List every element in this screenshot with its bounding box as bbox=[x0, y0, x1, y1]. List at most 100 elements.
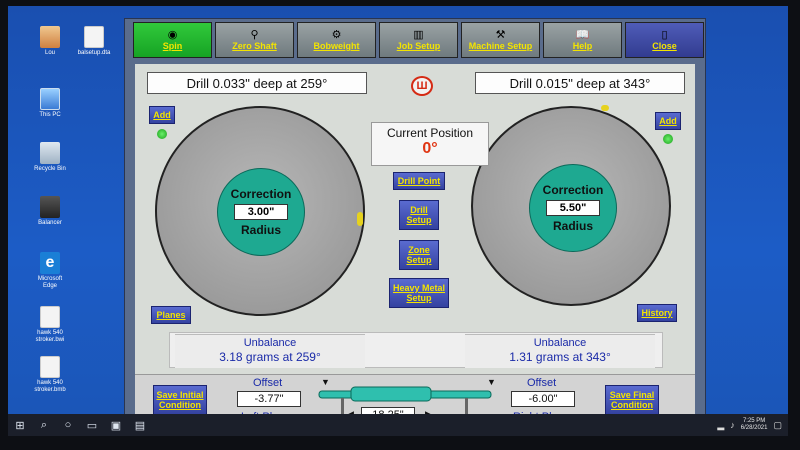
help-button[interactable]: 📖 Help bbox=[543, 22, 622, 58]
left-offset-input[interactable]: -3.77" bbox=[237, 391, 301, 407]
right-unbalance-value: 1.31 grams at 343° bbox=[509, 350, 611, 364]
left-weight-marker bbox=[357, 212, 363, 226]
spin-label: Spin bbox=[162, 41, 183, 51]
zero-shaft-button[interactable]: ⚲ Zero Shaft bbox=[215, 22, 294, 58]
bobweight-button[interactable]: ⚙ Bobweight bbox=[297, 22, 376, 58]
machine-setup-label: Machine Setup bbox=[468, 41, 533, 51]
help-label: Help bbox=[572, 41, 593, 51]
job-setup-label: Job Setup bbox=[396, 41, 441, 51]
desktop-icon-hawk-bwi[interactable]: hawk 540 stroker.bwi bbox=[30, 306, 70, 344]
left-offset-title: Offset bbox=[253, 377, 283, 389]
right-status-led bbox=[663, 134, 673, 144]
document-icon bbox=[40, 306, 60, 328]
store-icon[interactable]: ▣ bbox=[104, 414, 128, 436]
document-icon bbox=[84, 26, 104, 48]
save-initial-condition-button[interactable]: Save Initial Condition bbox=[153, 385, 207, 415]
zero-shaft-icon: ⚲ bbox=[250, 29, 259, 41]
right-unbalance: Unbalance 1.31 grams at 343° bbox=[465, 334, 655, 368]
desktop-icon-this-pc[interactable]: This PC bbox=[30, 88, 70, 119]
correction-subtitle: Radius bbox=[552, 219, 593, 233]
close-button[interactable]: ▯ Close bbox=[625, 22, 704, 58]
left-radius-input[interactable]: 3.00" bbox=[234, 204, 288, 220]
left-plane-disc: Correction 3.00" Radius bbox=[155, 106, 365, 316]
right-radius-input[interactable]: 5.50" bbox=[546, 200, 600, 216]
left-unbalance-value: 3.18 grams at 259° bbox=[219, 350, 321, 364]
desktop-icon-balsetup[interactable]: balsetup.dta bbox=[74, 26, 114, 57]
search-icon[interactable]: ⌕ bbox=[32, 414, 56, 436]
desktop-icon-label: Balancer bbox=[38, 220, 62, 226]
bobweight-label: Bobweight bbox=[313, 41, 360, 51]
desktop-icon-label: Recycle Bin bbox=[34, 166, 66, 172]
start-windows-icon[interactable]: ⊞ bbox=[8, 414, 32, 436]
computer-icon bbox=[40, 88, 60, 110]
zero-shaft-label: Zero Shaft bbox=[232, 41, 277, 51]
desktop-icon-label: Lou bbox=[44, 50, 55, 56]
desktop-icon-label: balsetup.dta bbox=[77, 50, 111, 56]
task-view-icon[interactable]: ○ bbox=[56, 414, 80, 436]
desktop-icon-recycle-bin[interactable]: Recycle Bin bbox=[30, 142, 70, 173]
job-setup-button[interactable]: ▥ Job Setup bbox=[379, 22, 458, 58]
document-icon bbox=[40, 356, 60, 378]
right-offset-input[interactable]: -6.00" bbox=[511, 391, 575, 407]
desktop-icon-balancer[interactable]: Balancer bbox=[30, 196, 70, 227]
current-position-title: Current Position bbox=[386, 126, 474, 140]
recycle-bin-icon bbox=[40, 142, 60, 164]
left-drill-readout: Drill 0.033" deep at 259° bbox=[147, 72, 367, 94]
right-weight-marker bbox=[601, 105, 609, 111]
left-add-button[interactable]: Add bbox=[149, 106, 175, 124]
bobweight-icon: ⚙ bbox=[331, 29, 342, 41]
desktop-icon-user[interactable]: Lou bbox=[30, 26, 70, 57]
volume-icon[interactable]: ♪ bbox=[730, 420, 735, 430]
notifications-icon[interactable]: ▢ bbox=[773, 420, 782, 431]
help-icon: 📖 bbox=[575, 29, 590, 41]
correction-title: Correction bbox=[542, 183, 604, 197]
zone-setup-button[interactable]: Zone Setup bbox=[399, 240, 439, 270]
right-add-button[interactable]: Add bbox=[655, 112, 681, 130]
clock-date: 6/28/2021 bbox=[740, 425, 768, 431]
desktop-icon-hawk-bmb[interactable]: hawk 540 stroker.bmb bbox=[30, 356, 70, 394]
unbalance-title: Unbalance bbox=[243, 337, 297, 349]
edge-browser-icon: e bbox=[40, 252, 60, 274]
drill-point-button[interactable]: Drill Point bbox=[393, 172, 445, 190]
right-plane-disc: Correction 5.50" Radius bbox=[471, 105, 671, 306]
right-offset-title: Offset bbox=[527, 377, 557, 389]
close-door-icon: ▯ bbox=[661, 29, 668, 41]
history-button[interactable]: History bbox=[637, 304, 677, 322]
balancer-taskbar-icon[interactable]: ▤ bbox=[128, 414, 152, 436]
current-position-panel: Current Position 0° bbox=[371, 122, 489, 166]
save-final-condition-button[interactable]: Save Final Condition bbox=[605, 385, 659, 415]
balancer-panel: Drill 0.033" deep at 259° Drill 0.015" d… bbox=[135, 64, 695, 429]
spin-button[interactable]: ◉ Spin bbox=[133, 22, 212, 58]
planes-button[interactable]: Planes bbox=[151, 306, 191, 324]
right-drill-readout: Drill 0.015" deep at 343° bbox=[475, 72, 685, 94]
brand-logo-icon: Ш bbox=[411, 76, 433, 96]
desktop-icon-label: hawk 540 stroker.bwi bbox=[35, 330, 65, 343]
current-position-value: 0° bbox=[422, 140, 438, 157]
balancer-window: ◉ Spin ⚲ Zero Shaft ⚙ Bobweight ▥ Job Se… bbox=[124, 18, 706, 429]
correction-subtitle: Radius bbox=[240, 223, 281, 237]
drill-setup-button[interactable]: Drill Setup bbox=[399, 200, 439, 230]
machine-setup-button[interactable]: ⚒ Machine Setup bbox=[461, 22, 540, 58]
network-icon[interactable]: ▂ bbox=[717, 420, 724, 431]
balancer-app-icon bbox=[40, 196, 60, 218]
job-setup-icon: ▥ bbox=[413, 29, 424, 41]
left-correction-circle: Correction 3.00" Radius bbox=[217, 168, 305, 256]
system-tray: ▂ ♪ 7:25 PM 6/28/2021 ▢ bbox=[717, 418, 788, 432]
file-explorer-icon[interactable]: ▭ bbox=[80, 414, 104, 436]
taskbar: ⊞ ⌕ ○ ▭ ▣ ▤ ▂ ♪ 7:25 PM 6/28/2021 ▢ bbox=[8, 414, 788, 436]
clock-time: 7:25 PM bbox=[742, 418, 766, 424]
clock[interactable]: 7:25 PM 6/28/2021 bbox=[741, 418, 768, 432]
toolbar: ◉ Spin ⚲ Zero Shaft ⚙ Bobweight ▥ Job Se… bbox=[133, 22, 704, 58]
left-unbalance: Unbalance 3.18 grams at 259° bbox=[175, 334, 365, 368]
right-correction-circle: Correction 5.50" Radius bbox=[529, 164, 617, 252]
close-label: Close bbox=[652, 41, 677, 51]
heavy-metal-setup-button[interactable]: Heavy Metal Setup bbox=[389, 278, 449, 308]
desktop-icon-label: Microsoft Edge bbox=[37, 276, 63, 289]
unbalance-title: Unbalance bbox=[533, 337, 587, 349]
machine-setup-icon: ⚒ bbox=[495, 29, 506, 41]
spin-icon: ◉ bbox=[167, 29, 178, 41]
desktop-icon-edge[interactable]: e Microsoft Edge bbox=[30, 252, 70, 290]
correction-title: Correction bbox=[230, 187, 292, 201]
desktop-icon-label: hawk 540 stroker.bmb bbox=[34, 380, 66, 393]
left-status-led bbox=[157, 129, 167, 139]
